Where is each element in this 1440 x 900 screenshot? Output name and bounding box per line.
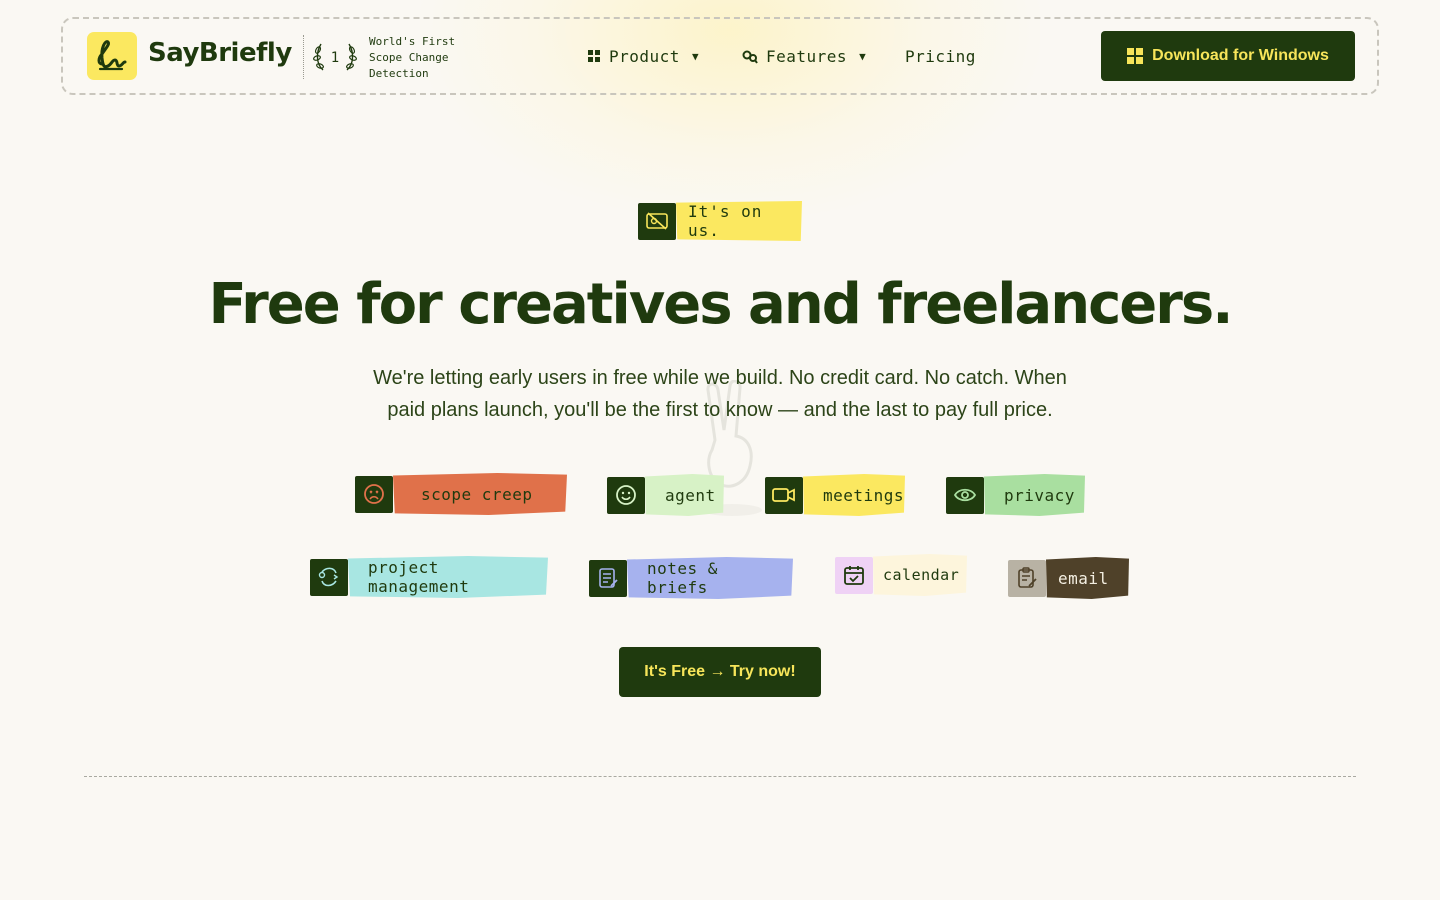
tag-label: email xyxy=(1046,557,1129,599)
notepad-icon xyxy=(589,559,627,597)
tag-scope-creep[interactable]: scope creep xyxy=(355,472,567,516)
tag-meetings[interactable]: meetings xyxy=(765,473,905,517)
signature-logo-icon xyxy=(97,40,127,71)
nav-features[interactable]: Features ▼ xyxy=(742,47,866,66)
header-divider xyxy=(303,35,304,79)
award-line: Scope Change xyxy=(369,51,449,64)
tag-notes-briefs[interactable]: notes & briefs xyxy=(589,556,793,600)
hero-title: Free for creatives and freelancers. xyxy=(208,272,1234,337)
award-line: World's First xyxy=(369,35,456,48)
chevron-down-icon: ▼ xyxy=(691,50,700,63)
search-tools-icon xyxy=(742,50,758,64)
windows-icon xyxy=(1127,48,1144,64)
tag-calendar[interactable]: calendar xyxy=(835,553,967,597)
nav-product[interactable]: Product ▼ xyxy=(588,47,699,66)
award-number: 1 xyxy=(331,50,339,66)
grid-icon xyxy=(588,50,600,62)
tag-privacy[interactable]: privacy xyxy=(946,473,1085,517)
tag-label: privacy xyxy=(984,474,1085,516)
section-divider xyxy=(84,776,1356,777)
top-navigation-bar: SayBriefly 1 World's First Scope Change … xyxy=(61,17,1379,95)
tag-label: notes & briefs xyxy=(627,557,793,599)
calendar-check-icon xyxy=(835,556,873,594)
tag-agent[interactable]: agent xyxy=(607,473,724,517)
laurel-award-icon: 1 xyxy=(313,43,357,71)
tag-project-management[interactable]: project management xyxy=(310,555,548,599)
no-ticket-icon xyxy=(638,202,676,240)
download-for-windows-button[interactable]: Download for Windows xyxy=(1101,31,1355,81)
award-caption: World's First Scope Change Detection xyxy=(369,34,479,82)
workflow-icon xyxy=(310,558,348,596)
eye-icon xyxy=(946,476,984,514)
tag-email[interactable]: email xyxy=(1008,556,1129,600)
brand-logo[interactable] xyxy=(87,32,137,80)
award-line: Detection xyxy=(369,67,429,80)
video-camera-icon xyxy=(765,476,803,514)
nav-features-label: Features xyxy=(766,47,848,66)
tag-label: calendar xyxy=(873,554,967,596)
try-now-button[interactable]: It's Free → Try now! xyxy=(619,647,821,697)
clipboard-edit-icon xyxy=(1008,559,1046,597)
tag-label: scope creep xyxy=(393,473,567,515)
tag-label: agent xyxy=(645,474,724,516)
hero-badge: It's on us. xyxy=(638,201,802,241)
hero-badge-text: It's on us. xyxy=(676,201,802,241)
smile-face-icon xyxy=(607,476,645,514)
tag-label: meetings xyxy=(803,474,905,516)
hero-subtitle: We're letting early users in free while … xyxy=(373,367,1067,421)
chevron-down-icon: ▼ xyxy=(859,50,867,63)
nav-product-label: Product xyxy=(609,47,680,66)
download-button-label: Download for Windows xyxy=(1152,47,1329,64)
brand-name[interactable]: SayBriefly xyxy=(148,38,292,68)
sad-face-icon xyxy=(355,475,393,513)
nav-pricing[interactable]: Pricing xyxy=(905,47,976,66)
tag-label: project management xyxy=(348,556,548,598)
nav-pricing-label: Pricing xyxy=(905,47,976,66)
